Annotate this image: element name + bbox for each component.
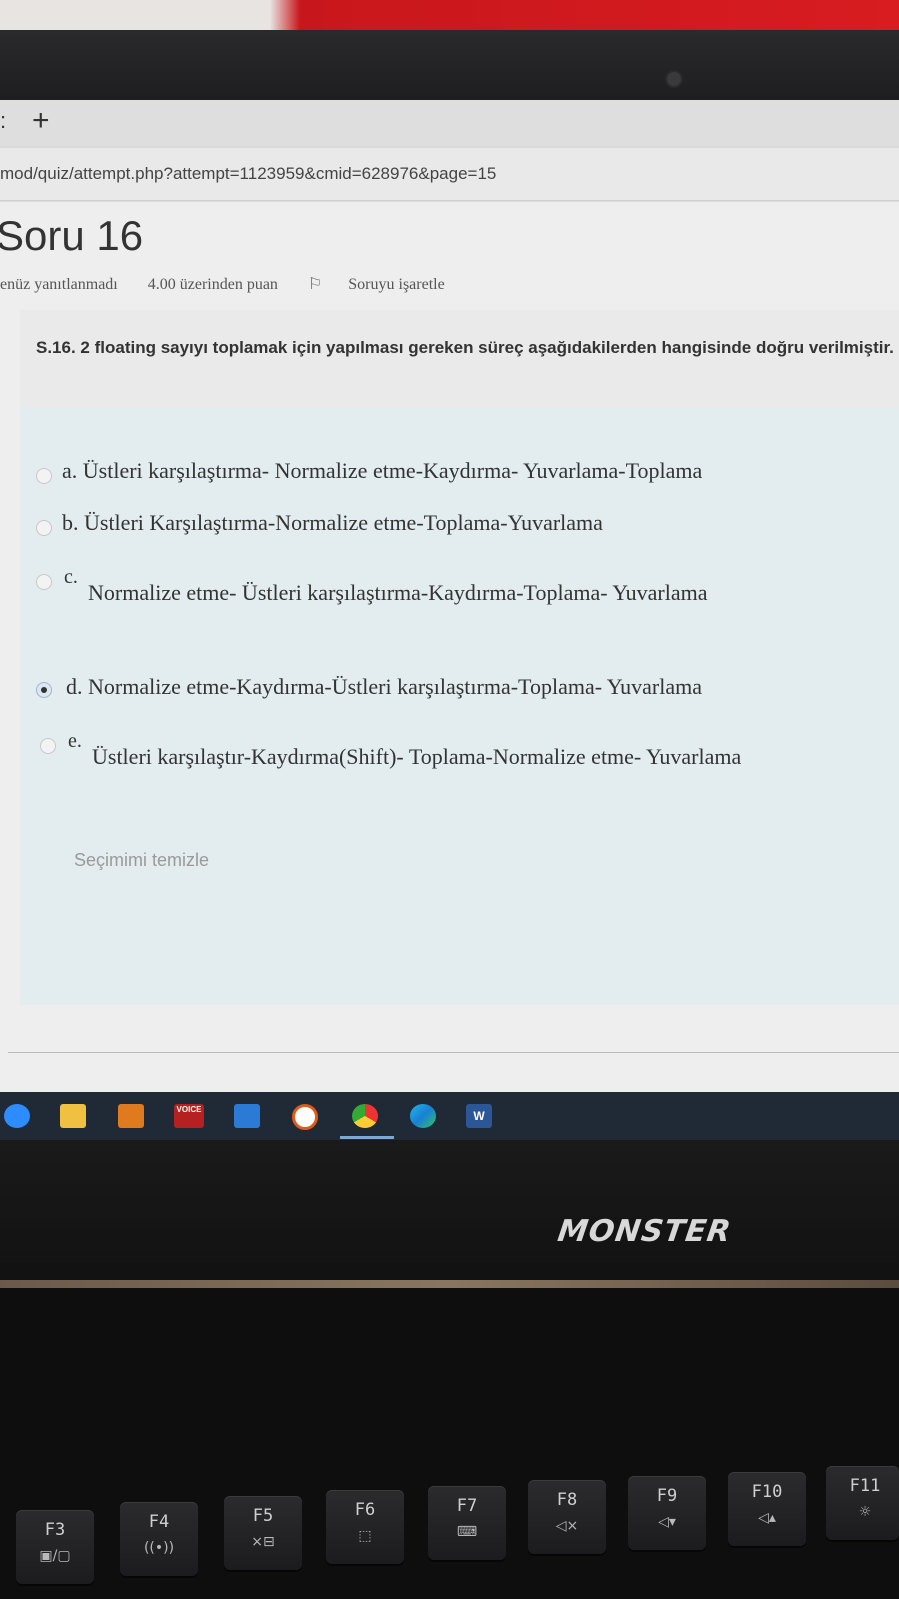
option-a[interactable]: a. Üstleri karşılaştırma- Normalize etme… <box>62 458 702 484</box>
brand-logo: MONSTER <box>555 1214 734 1249</box>
answer-status: enüz yanıtlanmadı <box>0 276 118 293</box>
option-c-letter: c. <box>64 566 78 588</box>
app-icon[interactable] <box>118 1104 144 1128</box>
key-f3-label: F3 <box>44 1520 66 1540</box>
option-c-text: Normalize etme- Üstleri karşılaştırma-Ka… <box>88 580 708 605</box>
question-meta: enüz yanıtlanmadı 4.00 üzerinden puan ⚐ S… <box>0 274 497 294</box>
screen-icon: ⬚ <box>358 1528 372 1544</box>
key-f9-label: F9 <box>656 1486 678 1506</box>
option-d-radio[interactable] <box>36 682 52 698</box>
option-a-text: Üstleri karşılaştırma- Normalize etme-Ka… <box>82 458 703 483</box>
address-bar[interactable]: mod/quiz/attempt.php?attempt=1123959&cmi… <box>0 148 899 201</box>
volume-up-icon: ◁▴ <box>758 1510 776 1526</box>
option-d-text: Normalize etme-Kaydırma-Üstleri karşılaş… <box>88 674 703 699</box>
question-text: S.16. 2 floating sayıyı toplamak için ya… <box>36 338 894 357</box>
new-tab-button[interactable]: + <box>32 104 50 138</box>
option-e-text: Üstleri karşılaştır-Kaydırma(Shift)- Top… <box>92 744 742 769</box>
laptop-hinge <box>0 1280 899 1288</box>
clear-selection-link[interactable]: Seçimimi temizle <box>74 850 209 871</box>
key-f10[interactable]: F10 ◁▴ <box>728 1472 806 1546</box>
voicemeeter-icon[interactable]: VOICE <box>174 1104 204 1128</box>
edge-icon[interactable] <box>410 1104 436 1128</box>
question-text-area: S.16. 2 floating sayıyı toplamak için ya… <box>20 310 899 408</box>
question-points: 4.00 üzerinden puan <box>147 276 278 293</box>
wireless-icon: ((•)) <box>143 1540 175 1556</box>
option-b[interactable]: b. Üstleri Karşılaştırma-Normalize etme-… <box>62 510 603 536</box>
option-c-radio[interactable] <box>36 574 52 590</box>
laptop-bottom-bezel <box>0 1140 899 1290</box>
browser-tab-bar: : + <box>0 100 899 146</box>
url-text[interactable]: mod/quiz/attempt.php?attempt=1123959&cmi… <box>0 164 496 184</box>
option-e[interactable]: Üstleri karşılaştır-Kaydırma(Shift)- Top… <box>92 744 741 770</box>
key-f4[interactable]: F4 ((•)) <box>120 1502 198 1576</box>
key-f10-label: F10 <box>751 1482 783 1502</box>
key-f8-label: F8 <box>556 1490 578 1510</box>
option-a-letter: a. <box>62 458 78 483</box>
option-d[interactable]: d. Normalize etme-Kaydırma-Üstleri karşı… <box>66 674 702 700</box>
key-f3[interactable]: F3 ▣/▢ <box>16 1510 94 1584</box>
flag-icon: ⚐ <box>307 276 323 293</box>
zoom-icon[interactable] <box>4 1104 30 1128</box>
key-f5[interactable]: F5 ×⊟ <box>224 1496 302 1570</box>
flag-question-label[interactable]: Soruyu işaretle <box>348 276 444 293</box>
page-divider <box>8 1052 899 1053</box>
keyboard-backlight-icon: ⌨ <box>456 1524 478 1540</box>
word-icon[interactable]: W <box>466 1104 492 1128</box>
tab-edge: : <box>0 108 7 133</box>
windows-taskbar: VOICE W <box>0 1092 899 1140</box>
key-f8[interactable]: F8 ◁× <box>528 1480 606 1554</box>
touchpad-off-icon: ×⊟ <box>251 1534 275 1550</box>
keyboard: F3 ▣/▢ F4 ((•)) F5 ×⊟ F6 ⬚ F7 ⌨ F8 ◁× F9… <box>0 1288 899 1599</box>
volume-down-icon: ◁▾ <box>658 1514 676 1530</box>
brightness-icon: ☼ <box>858 1504 872 1520</box>
key-f6-label: F6 <box>354 1500 376 1520</box>
mute-icon: ◁× <box>555 1518 579 1534</box>
question-title: Soru 16 <box>0 212 144 259</box>
option-c[interactable]: Normalize etme- Üstleri karşılaştırma-Ka… <box>88 580 708 606</box>
key-f6[interactable]: F6 ⬚ <box>326 1490 404 1564</box>
option-a-radio[interactable] <box>36 468 52 484</box>
flag-question-link[interactable]: ⚐ Soruyu işaretle <box>308 276 471 293</box>
option-d-letter: d. <box>66 674 83 699</box>
option-e-letter: e. <box>68 730 82 752</box>
key-f7-label: F7 <box>456 1496 478 1516</box>
option-b-letter: b. <box>62 510 79 535</box>
key-f5-label: F5 <box>252 1506 274 1526</box>
question-box: S.16. 2 floating sayıyı toplamak için ya… <box>20 310 899 1005</box>
key-f11[interactable]: F11 ☼ <box>826 1466 899 1540</box>
file-explorer-icon[interactable] <box>60 1104 86 1128</box>
key-f11-label: F11 <box>849 1476 881 1496</box>
key-f9[interactable]: F9 ◁▾ <box>628 1476 706 1550</box>
display-toggle-icon: ▣/▢ <box>39 1548 71 1564</box>
taskbar-active-indicator <box>340 1136 394 1139</box>
chrome-icon[interactable] <box>352 1104 378 1128</box>
media-player-icon[interactable] <box>292 1104 318 1130</box>
option-b-radio[interactable] <box>36 520 52 536</box>
key-f7[interactable]: F7 ⌨ <box>428 1486 506 1560</box>
mail-icon[interactable] <box>234 1104 260 1128</box>
quiz-page: Soru 16 enüz yanıtlanmadı 4.00 üzerinden… <box>0 202 899 1095</box>
option-b-text: Üstleri Karşılaştırma-Normalize etme-Top… <box>84 510 603 535</box>
laptop-screen: : + mod/quiz/attempt.php?attempt=1123959… <box>0 100 899 1095</box>
key-f4-label: F4 <box>148 1512 170 1532</box>
option-e-radio[interactable] <box>40 738 56 754</box>
webcam-icon <box>667 72 681 86</box>
